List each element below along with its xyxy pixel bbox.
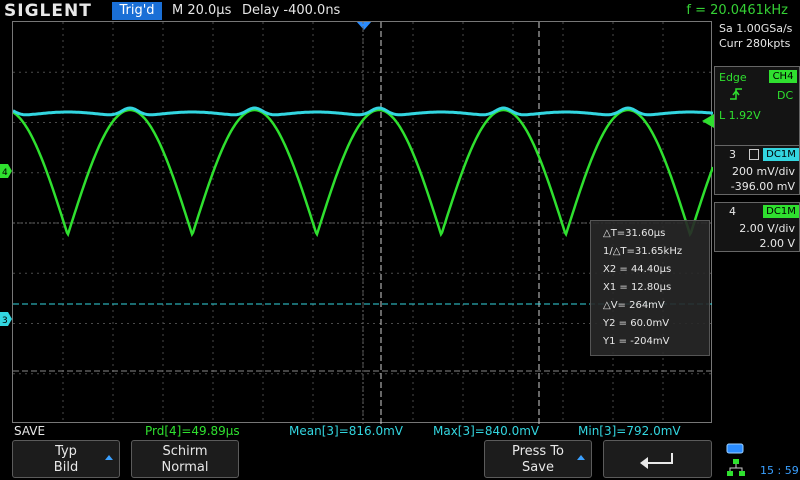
trigger-source-badge: CH4 [769,70,797,83]
ch4-scale: 2.00 V/div [739,222,795,235]
softkey-press-value: Save [522,460,554,475]
cursor-delta-t: △T=31.60μs [603,228,666,239]
cursor-y1: Y1 = -204mV [603,336,670,347]
ch4-offset: 2.00 V [759,237,795,250]
ch3-info-box[interactable]: 3 DC1M 200 mV/div -396.00 mV [714,145,800,195]
softkey-screen-value: Normal [161,460,209,475]
brand-logo: SIGLENT [4,1,92,21]
ch3-offset: -396.00 mV [730,180,795,193]
ch4-number: 4 [729,205,736,218]
measurement-bar: SAVE Prd[4]=49.89μs Mean[3]=816.0mV Max[… [0,423,712,440]
softkey-screen[interactable]: Schirm Normal [131,440,239,478]
ch4-info-box[interactable]: 4 DC1M 2.00 V/div 2.00 V [714,202,800,252]
cursor-x1: X1 = 12.80μs [603,282,672,293]
trigger-coupling: DC [777,89,794,102]
measure-period-ch4: Prd[4]=49.89μs [145,424,240,438]
cursor-x2: X2 = 44.40μs [603,264,672,275]
chevron-up-icon [105,455,113,460]
right-info-panel: Sa 1.00GSa/s Curr 280kpts Edge CH4 DC L … [714,22,800,422]
network-icon [727,459,745,476]
softkey-type-value: Bild [53,460,79,475]
memory-depth: Curr 280kpts [719,37,791,50]
ch4-coupling-badge: DC1M [763,205,799,218]
ch3-coupling-badge: DC1M [763,148,799,161]
cursor-delta-v: △V= 264mV [603,300,665,311]
trigger-type: Edge [719,71,747,84]
return-arrow-icon [640,453,673,469]
cursor-y2: Y2 = 60.0mV [603,318,670,329]
softkey-press-label: Press To [511,444,565,459]
usb-storage-icon [726,443,744,454]
trigger-level: L 1.92V [719,109,761,122]
chevron-up-icon [577,455,585,460]
probe-icon [749,149,759,160]
measure-max-ch3: Max[3]=840.0mV [433,424,540,438]
ch3-scale: 200 mV/div [732,165,795,178]
softkey-screen-label: Schirm [162,444,208,459]
softkey-type[interactable]: Typ Bild [12,440,120,478]
softkey-back[interactable] [603,440,712,478]
trigger-status-badge: Trig'd [112,2,162,20]
delay-readout[interactable]: Delay -400.0ns [242,2,340,20]
softkey-type-label: Typ [55,444,77,459]
frequency-counter: f = 20.0461kHz [686,3,788,18]
top-status-bar: SIGLENT Trig'd M 20.0μs Delay -400.0ns f… [0,0,800,22]
trigger-level-marker[interactable] [702,114,714,128]
cursor-readout-panel: △T=31.60μs 1/△T=31.65kHz X2 = 44.40μs X1… [590,220,710,356]
save-label: SAVE [14,424,46,438]
cursor-inv-delta-t: 1/△T=31.65kHz [603,246,683,257]
softkey-press-to-save[interactable]: Press To Save [484,440,592,478]
timebase-readout[interactable]: M 20.0μs [172,2,231,20]
clock: 15 : 59 [760,464,799,477]
svg-text:3: 3 [2,316,8,326]
measure-mean-ch3: Mean[3]=816.0mV [289,424,403,438]
svg-text:4: 4 [2,168,8,178]
trigger-settings-box[interactable]: Edge CH4 DC L 1.92V [714,66,800,156]
measure-min-ch3: Min[3]=792.0mV [578,424,681,438]
sample-rate: Sa 1.00GSa/s [719,22,793,35]
ch4-offset-marker[interactable]: 4 [0,164,12,178]
ch3-number: 3 [729,148,736,161]
rising-edge-icon [730,88,742,100]
ch3-offset-marker[interactable]: 3 [0,312,12,326]
